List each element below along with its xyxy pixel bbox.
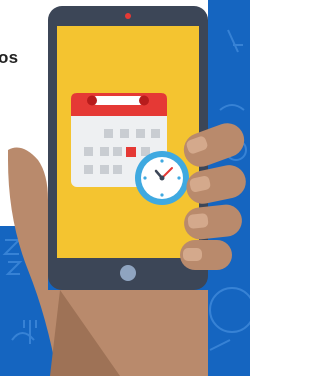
promo-banner: os [0, 0, 250, 376]
highlighted-day [126, 147, 136, 157]
clock-icon [135, 151, 189, 205]
phone-illustration [8, 6, 246, 376]
camera-dot-icon [125, 13, 131, 19]
home-button-icon [120, 265, 136, 281]
